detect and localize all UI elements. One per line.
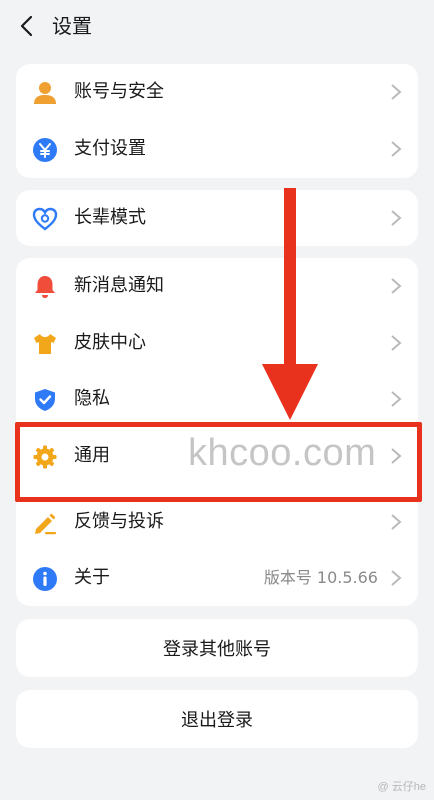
row-label: 长辈模式 xyxy=(74,207,146,228)
heart-icon xyxy=(32,206,58,232)
login-other-account-button[interactable]: 登录其他账号 xyxy=(16,619,418,677)
row-payment-settings[interactable]: 支付设置 xyxy=(16,121,418,177)
corner-watermark: @ 云仔he xyxy=(377,781,426,793)
back-button[interactable] xyxy=(14,14,38,38)
row-general[interactable]: 通用 xyxy=(16,428,418,484)
chevron-right-icon xyxy=(391,514,402,530)
top-bar: 设置 xyxy=(0,0,434,56)
chevron-left-icon xyxy=(20,15,33,37)
gear-icon xyxy=(32,444,58,470)
row-label: 支付设置 xyxy=(74,138,146,159)
row-skin-center[interactable]: 皮肤中心 xyxy=(16,315,418,371)
logout-button[interactable]: 退出登录 xyxy=(16,690,418,748)
chevron-right-icon xyxy=(391,570,402,586)
row-new-message-notification[interactable]: 新消息通知 xyxy=(16,258,418,314)
chevron-right-icon xyxy=(391,391,402,407)
page-title: 设置 xyxy=(52,14,92,38)
row-about[interactable]: 关于 版本号 10.5.66 xyxy=(16,550,418,606)
version-text: 版本号 10.5.66 xyxy=(263,568,378,587)
row-label: 新消息通知 xyxy=(74,275,164,296)
chevron-right-icon xyxy=(391,84,402,100)
general-card: 新消息通知 皮肤中心 隐私 通用 反馈与投诉 关于 版本号 10.5.66 xyxy=(16,258,418,606)
row-privacy[interactable]: 隐私 xyxy=(16,371,418,427)
shirt-icon xyxy=(32,331,58,357)
row-feedback[interactable]: 反馈与投诉 xyxy=(16,494,418,550)
chevron-right-icon xyxy=(391,210,402,226)
row-label: 通用 xyxy=(74,445,110,466)
yuan-icon xyxy=(32,137,58,163)
row-label: 关于 xyxy=(74,567,110,588)
person-icon xyxy=(32,80,58,106)
chevron-right-icon xyxy=(391,335,402,351)
row-label: 账号与安全 xyxy=(74,81,164,102)
chevron-right-icon xyxy=(391,141,402,157)
chevron-right-icon xyxy=(391,448,402,464)
row-account-security[interactable]: 账号与安全 xyxy=(16,64,418,120)
pencil-icon xyxy=(32,510,58,536)
bell-icon xyxy=(32,274,58,300)
arrow-down-annotation xyxy=(262,188,318,420)
shield-check-icon xyxy=(32,387,58,413)
row-label: 皮肤中心 xyxy=(74,332,146,353)
row-label: 隐私 xyxy=(74,388,110,409)
chevron-right-icon xyxy=(391,278,402,294)
row-elder-mode[interactable]: 长辈模式 xyxy=(16,190,418,246)
account-card: 账号与安全 支付设置 xyxy=(16,64,418,178)
info-icon xyxy=(32,566,58,592)
row-label: 反馈与投诉 xyxy=(74,511,164,532)
elder-mode-card: 长辈模式 xyxy=(16,190,418,246)
